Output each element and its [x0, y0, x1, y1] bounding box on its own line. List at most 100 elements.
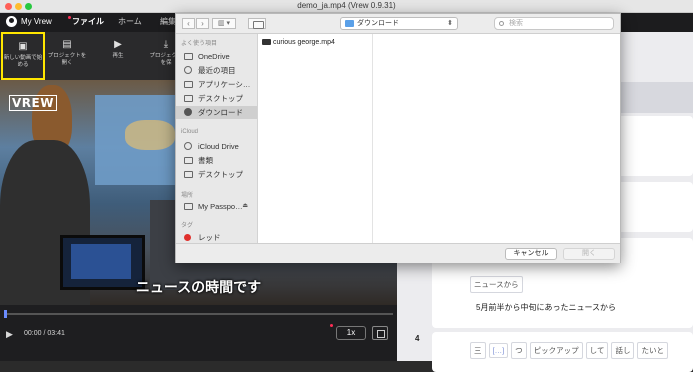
eject-icon[interactable]: ⏏ — [242, 200, 248, 213]
locations-header: 場所 — [181, 193, 194, 199]
sidebar-item-downloads[interactable]: ダウンロード — [176, 106, 257, 119]
avatar-icon — [6, 16, 17, 27]
sidebar-item-label: ダウンロード — [198, 108, 243, 117]
sidebar-item-label: アプリケーシ… — [198, 80, 251, 89]
video-subtitle: ニュースの時間です — [135, 279, 262, 295]
sidebar-item-icloud-drive[interactable]: iCloud Drive — [176, 140, 257, 153]
sidebar-item-label: OneDrive — [198, 52, 230, 61]
sidebar-item-applications[interactable]: アプリケーシ… — [176, 78, 257, 91]
new-folder-button[interactable] — [248, 18, 266, 29]
sidebar-item-my-passport[interactable]: My Passpo… ⏏ — [176, 200, 257, 213]
fullscreen-icon[interactable] — [372, 326, 388, 340]
sidebar-item-label: デスクトップ — [198, 170, 243, 179]
row-number: 4 — [415, 334, 420, 343]
word-chip[interactable]: 話し — [611, 342, 635, 359]
transcript-block-4[interactable]: 三 […] つピックアップ して 話し たいと — [432, 332, 693, 372]
sidebar-item-label: デスクトップ — [198, 94, 243, 103]
word-row: 三 […] つピックアップ して 話し たいと — [470, 340, 671, 359]
view-mode-button[interactable]: ▥ ▾ — [212, 18, 236, 29]
sidebar-item-desktop[interactable]: デスクトップ — [176, 92, 257, 105]
cancel-button[interactable]: キャンセル — [505, 248, 557, 260]
tags-header: タグ — [181, 223, 194, 229]
clock-icon — [184, 66, 192, 74]
sidebar-item-label: レッド — [198, 233, 221, 242]
tab-file-label: ファイル — [72, 17, 104, 26]
chevron-updown-icon: ⬍ — [447, 20, 453, 27]
account-button[interactable]: My Vrew — [6, 16, 52, 27]
chevron-left-icon: ‹ — [187, 19, 190, 28]
word-chip[interactable]: 三 — [470, 342, 486, 359]
desktop-icon — [184, 171, 193, 178]
word-chip[interactable]: ニュースから — [470, 276, 523, 293]
account-label: My Vrew — [21, 17, 52, 26]
search-placeholder: 検索 — [509, 20, 523, 27]
sidebar-item-documents[interactable]: 書類 — [176, 154, 257, 167]
player-controls: ▶ 00:00 / 03:41 1x — [0, 305, 397, 361]
tab-file[interactable]: ファイル — [68, 16, 104, 30]
play-button[interactable]: ▶ 再生 — [100, 32, 136, 80]
tab-edit-label: 編集 — [160, 17, 176, 26]
window-titlebar: demo_ja.mp4 (Vrew 0.9.31) — [0, 0, 693, 13]
back-button[interactable]: ‹ — [182, 18, 195, 29]
word-chip[interactable]: つ — [511, 342, 527, 359]
sidebar-item-label: 書類 — [198, 156, 213, 165]
open-button[interactable]: 開く — [563, 248, 615, 260]
word-chip[interactable]: ピックアップ — [529, 342, 583, 359]
downloads-folder-icon — [345, 20, 354, 27]
sidebar-item-icloud-desktop[interactable]: デスクトップ — [176, 168, 257, 181]
open-file-dialog: ‹ › ▥ ▾ ダウンロード ⬍ 検索 よく使う項目 OneDrive 最近の項… — [175, 13, 621, 263]
folder-icon — [184, 53, 193, 60]
applications-icon — [184, 81, 193, 88]
sidebar-item-label: 最近の項目 — [198, 66, 236, 75]
file-column: curious george.mp4 — [259, 34, 373, 243]
tab-home[interactable]: ホーム — [118, 16, 142, 30]
file-toolbar: ▣ 新しい動画で始める ▤ プロジェクトを開く ▶ 再生 ⤓ プロジェクトを保 — [0, 32, 183, 80]
open-project-button[interactable]: ▤ プロジェクトを開く — [47, 32, 87, 80]
word-row: ニュースから — [470, 274, 526, 293]
playback-time: 00:00 / 03:41 — [24, 330, 65, 337]
transcript-sentence[interactable]: 5月前半から中旬にあったニュースから — [476, 302, 616, 313]
downloads-icon — [184, 108, 192, 116]
sidebar-item-label: iCloud Drive — [198, 142, 239, 151]
dialog-toolbar: ‹ › ▥ ▾ ダウンロード ⬍ 検索 — [176, 14, 620, 34]
playback-speed-button[interactable]: 1x — [336, 326, 366, 340]
speed-notification-dot — [330, 324, 333, 327]
sidebar-item-onedrive[interactable]: OneDrive — [176, 50, 257, 63]
search-input[interactable]: 検索 — [494, 17, 614, 30]
file-name: curious george.mp4 — [273, 39, 335, 46]
file-item[interactable]: curious george.mp4 — [262, 38, 335, 47]
word-chip[interactable]: […] — [488, 343, 509, 358]
cloud-icon — [184, 142, 192, 150]
columns-icon: ▥ ▾ — [217, 20, 231, 27]
project-file-icon: ▤ — [62, 39, 72, 50]
window-title: demo_ja.mp4 (Vrew 0.9.31) — [297, 1, 396, 10]
progress-bar[interactable] — [4, 310, 393, 318]
search-icon — [499, 21, 504, 26]
word-chip[interactable]: して — [585, 342, 609, 359]
play-label: 再生 — [112, 53, 124, 59]
play-icon: ▶ — [114, 39, 122, 50]
word-chip[interactable]: たいと — [637, 342, 668, 359]
new-video-label: 新しい動画で始める — [3, 55, 43, 68]
video-file-icon — [262, 39, 271, 45]
favorites-header: よく使う項目 — [181, 41, 218, 47]
red-tag-icon — [184, 234, 191, 241]
icloud-header: iCloud — [181, 129, 199, 135]
finder-sidebar: よく使う項目 OneDrive 最近の項目 アプリケーシ… デスクトップ ダウン… — [176, 34, 258, 243]
location-select[interactable]: ダウンロード ⬍ — [340, 17, 458, 30]
progress-knob[interactable] — [4, 310, 7, 318]
sidebar-item-recents[interactable]: 最近の項目 — [176, 64, 257, 77]
notification-dot — [68, 16, 71, 19]
play-icon[interactable]: ▶ — [6, 329, 13, 340]
drive-icon — [184, 203, 193, 210]
tab-edit[interactable]: 編集 — [160, 16, 176, 30]
video-file-icon: ▣ — [18, 41, 28, 52]
forward-button[interactable]: › — [196, 18, 209, 29]
sidebar-item-tag-red[interactable]: レッド — [176, 231, 257, 243]
dialog-footer: キャンセル 開く — [176, 243, 620, 263]
location-label: ダウンロード — [357, 20, 399, 27]
new-video-button[interactable]: ▣ 新しい動画で始める — [1, 32, 45, 80]
vrew-watermark: VREW — [9, 95, 57, 111]
tab-home-label: ホーム — [118, 17, 142, 26]
preview-column — [373, 34, 620, 243]
